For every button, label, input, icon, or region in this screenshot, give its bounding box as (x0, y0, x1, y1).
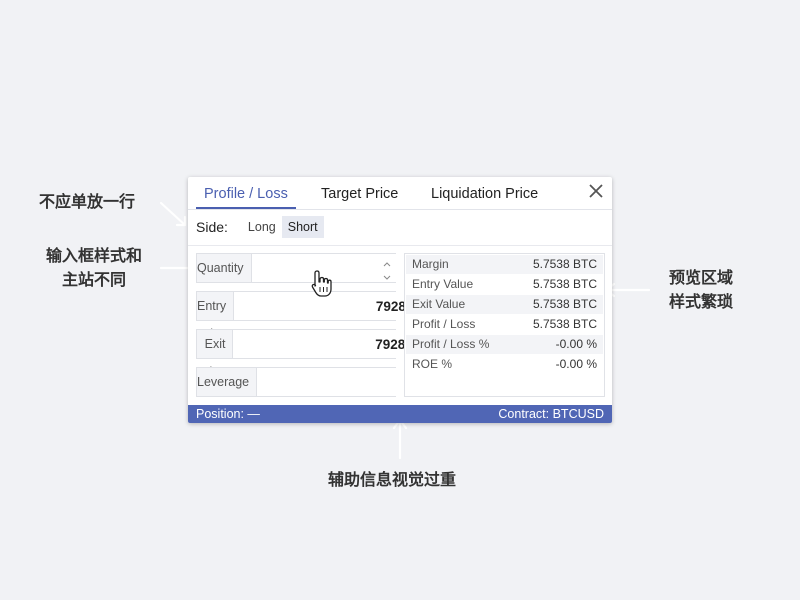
preview-row-profit-loss-pct: Profit / Loss % -0.00 % (406, 335, 603, 354)
annotation-single-row: 不应单放一行 (39, 192, 136, 211)
annotation-input-line2: 主站不同 (61, 270, 126, 289)
annotation-input-style: 输入框样式和 主站不同 (38, 244, 150, 292)
info-footer: Position: — Contract: BTCUSD (188, 405, 612, 423)
preview-label: ROE % (412, 357, 453, 371)
side-option-short[interactable]: Short (281, 216, 324, 238)
calculator-panel: Profile / Loss Target Price Liquidation … (188, 177, 612, 423)
entry-price-field: Entry Price (196, 291, 442, 341)
preview-value: -0.00 % (555, 337, 597, 351)
preview-row-margin: Margin 5.7538 BTC (406, 255, 603, 274)
preview-row-entry-value: Entry Value 5.7538 BTC (406, 275, 603, 294)
arrow-to-footer (392, 418, 408, 460)
leverage-label: Leverage (197, 368, 258, 396)
preview-label: Entry Value (412, 277, 474, 291)
quantity-label: Quantity (197, 254, 252, 282)
stepper-down-icon[interactable] (382, 269, 392, 280)
position-info: Position: — (196, 407, 260, 421)
annotation-footer-heavy: 辅助信息视觉过重 (328, 470, 457, 489)
contract-info: Contract: BTCUSD (498, 407, 604, 421)
tab-liquidation-price[interactable]: Liquidation Price (431, 177, 538, 207)
arrow-to-side-row (159, 201, 187, 227)
preview-value: 5.7538 BTC (532, 257, 597, 271)
preview-value: 5.7538 BTC (532, 277, 597, 291)
side-option-long[interactable]: Long (242, 216, 282, 238)
preview-label: Profit / Loss (412, 317, 476, 331)
close-icon[interactable] (588, 183, 604, 199)
tab-profit-loss[interactable]: Profile / Loss (196, 177, 296, 209)
annotation-input-line1: 输入框样式和 (45, 246, 142, 265)
exit-price-label: Exit Price (197, 330, 234, 379)
quantity-field: Quantity (196, 253, 459, 283)
preview-value: -0.00 % (555, 357, 597, 371)
calculator-tabs: Profile / Loss Target Price Liquidation … (188, 177, 612, 210)
leverage-field: Leverage (196, 367, 465, 397)
annotation-preview-line1: 预览区域 (668, 268, 733, 287)
exit-price-field: Exit Price (196, 329, 441, 379)
quantity-stepper[interactable] (382, 257, 392, 280)
hand-cursor-icon (311, 270, 332, 297)
preview-label: Margin (412, 257, 449, 271)
annotation-preview-style: 预览区域 样式繁琐 (660, 266, 742, 314)
preview-label: Exit Value (412, 297, 466, 311)
annotation-preview-line2: 样式繁琐 (668, 292, 733, 311)
preview-value: 5.7538 BTC (532, 317, 597, 331)
tab-target-price[interactable]: Target Price (321, 177, 398, 207)
divider (188, 245, 612, 246)
preview-row-exit-value: Exit Value 5.7538 BTC (406, 295, 603, 314)
entry-price-label: Entry Price (197, 292, 235, 341)
preview-row-profit-loss: Profit / Loss 5.7538 BTC (406, 315, 603, 334)
preview-row-roe-pct: ROE % -0.00 % (406, 355, 603, 374)
side-selector: Side: Long Short (196, 215, 324, 239)
preview-panel: Margin 5.7538 BTC Entry Value 5.7538 BTC… (404, 253, 605, 397)
preview-value: 5.7538 BTC (532, 297, 597, 311)
preview-label: Profit / Loss % (412, 337, 490, 351)
stepper-up-icon[interactable] (382, 257, 392, 267)
arrow-to-preview (604, 282, 651, 298)
side-label: Side: (196, 219, 228, 235)
